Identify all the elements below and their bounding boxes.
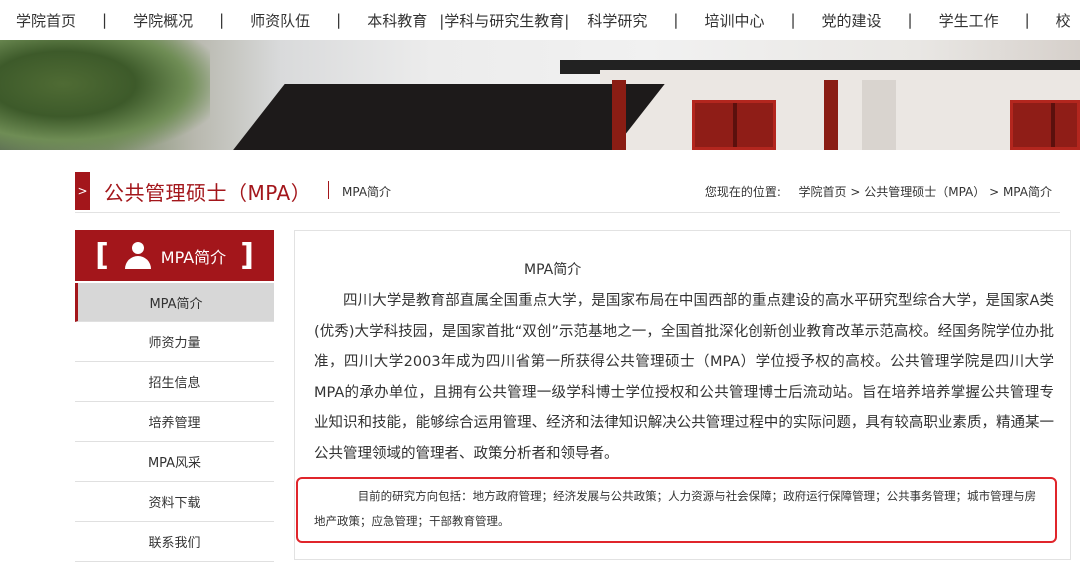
sidebar-item-admissions[interactable]: 招生信息 xyxy=(75,362,274,402)
breadcrumb-mpa[interactable]: 公共管理硕士（MPA） xyxy=(864,185,985,199)
banner-roof xyxy=(230,84,665,150)
nav-item-undergraduate[interactable]: 本科教育 xyxy=(367,10,427,31)
sidebar-item-faculty[interactable]: 师资力量 xyxy=(75,322,274,362)
banner-pillar xyxy=(612,80,626,150)
nav-item-overview[interactable]: 学院概况 xyxy=(133,10,193,31)
nav-separator: | xyxy=(219,11,225,29)
breadcrumb: 您现在的位置: 学院首页 > 公共管理硕士（MPA） > MPA简介 xyxy=(705,183,1052,200)
nav-separator: | xyxy=(790,11,796,29)
section-title: 公共管理硕士（MPA） xyxy=(104,181,312,205)
banner-pillar xyxy=(862,80,896,150)
sidebar-item-contact[interactable]: 联系我们 xyxy=(75,522,274,562)
bracket-right: ] xyxy=(240,237,254,273)
nav-item-training[interactable]: 培训中心 xyxy=(704,10,764,31)
breadcrumb-prefix: 您现在的位置: xyxy=(704,185,781,199)
nav-item-more[interactable]: 校 xyxy=(1056,10,1071,31)
sidebar-menu: MPA简介 师资力量 招生信息 培养管理 MPA风采 资料下载 联系我们 xyxy=(75,283,274,562)
nav-item-research[interactable]: 科学研究 xyxy=(587,10,647,31)
banner-wall xyxy=(600,70,1080,150)
breadcrumb-separator: > xyxy=(846,185,865,199)
sidebar-item-gallery[interactable]: MPA风采 xyxy=(75,442,274,482)
sidebar-item-mpa-intro[interactable]: MPA简介 xyxy=(75,283,274,322)
sidebar-heading: [ MPA简介 ] xyxy=(75,230,274,281)
sidebar-item-training[interactable]: 培养管理 xyxy=(75,402,274,442)
nav-separator: | xyxy=(1024,11,1030,29)
nav-separator: | xyxy=(102,11,108,29)
nav-separator: | xyxy=(673,11,679,29)
banner-pillar xyxy=(824,80,838,150)
sidebar-item-downloads[interactable]: 资料下载 xyxy=(75,482,274,522)
banner-window xyxy=(1010,100,1080,150)
sidebar-item-label: 联系我们 xyxy=(148,536,201,551)
banner-tree xyxy=(0,40,210,150)
nav-item-students[interactable]: 学生工作 xyxy=(939,10,999,31)
nav-separator: | xyxy=(907,11,913,29)
sidebar-item-label: MPA简介 xyxy=(149,296,203,312)
title-divider xyxy=(328,181,329,199)
intro-paragraph: 四川大学是教育部直属全国重点大学，是国家布局在中国西部的重点建设的高水平研究型综… xyxy=(314,293,1054,462)
breadcrumb-home[interactable]: 学院首页 xyxy=(799,185,847,199)
sidebar-item-label: 培养管理 xyxy=(148,416,201,431)
nav-item-party[interactable]: 党的建设 xyxy=(822,10,882,31)
sub-title: MPA简介 xyxy=(342,185,392,199)
breadcrumb-separator: > xyxy=(985,185,1003,199)
user-icon xyxy=(123,241,153,270)
sidebar-item-label: 师资力量 xyxy=(148,336,201,351)
breadcrumb-current[interactable]: MPA简介 xyxy=(1003,185,1052,199)
sidebar-item-label: 招生信息 xyxy=(148,376,201,391)
nav-item-faculty[interactable]: 师资队伍 xyxy=(250,10,310,31)
nav-separator: | xyxy=(336,11,342,29)
sidebar-item-label: MPA风采 xyxy=(147,456,202,471)
top-navigation: 学院首页 | 学院概况 | 师资队伍 | 本科教育 |学科与研究生教育| 科学研… xyxy=(0,0,1080,41)
banner-window xyxy=(692,100,776,150)
nav-item-graduate[interactable]: |学科与研究生教育| xyxy=(439,10,569,31)
bracket-left: [ xyxy=(95,237,109,273)
research-directions-text: 目前的研究方向包括：地方政府管理；经济发展与公共政策；人力资源与社会保障；政府运… xyxy=(314,489,1037,528)
sidebar-heading-label: MPA简介 xyxy=(160,247,227,267)
sidebar-item-label: 资料下载 xyxy=(148,496,201,511)
nav-item-home[interactable]: 学院首页 xyxy=(16,10,76,31)
chevron-right-icon: > xyxy=(75,172,90,210)
title-underline xyxy=(75,212,1060,213)
content-title: MPA简介 xyxy=(524,262,582,278)
banner-image xyxy=(0,40,1080,150)
